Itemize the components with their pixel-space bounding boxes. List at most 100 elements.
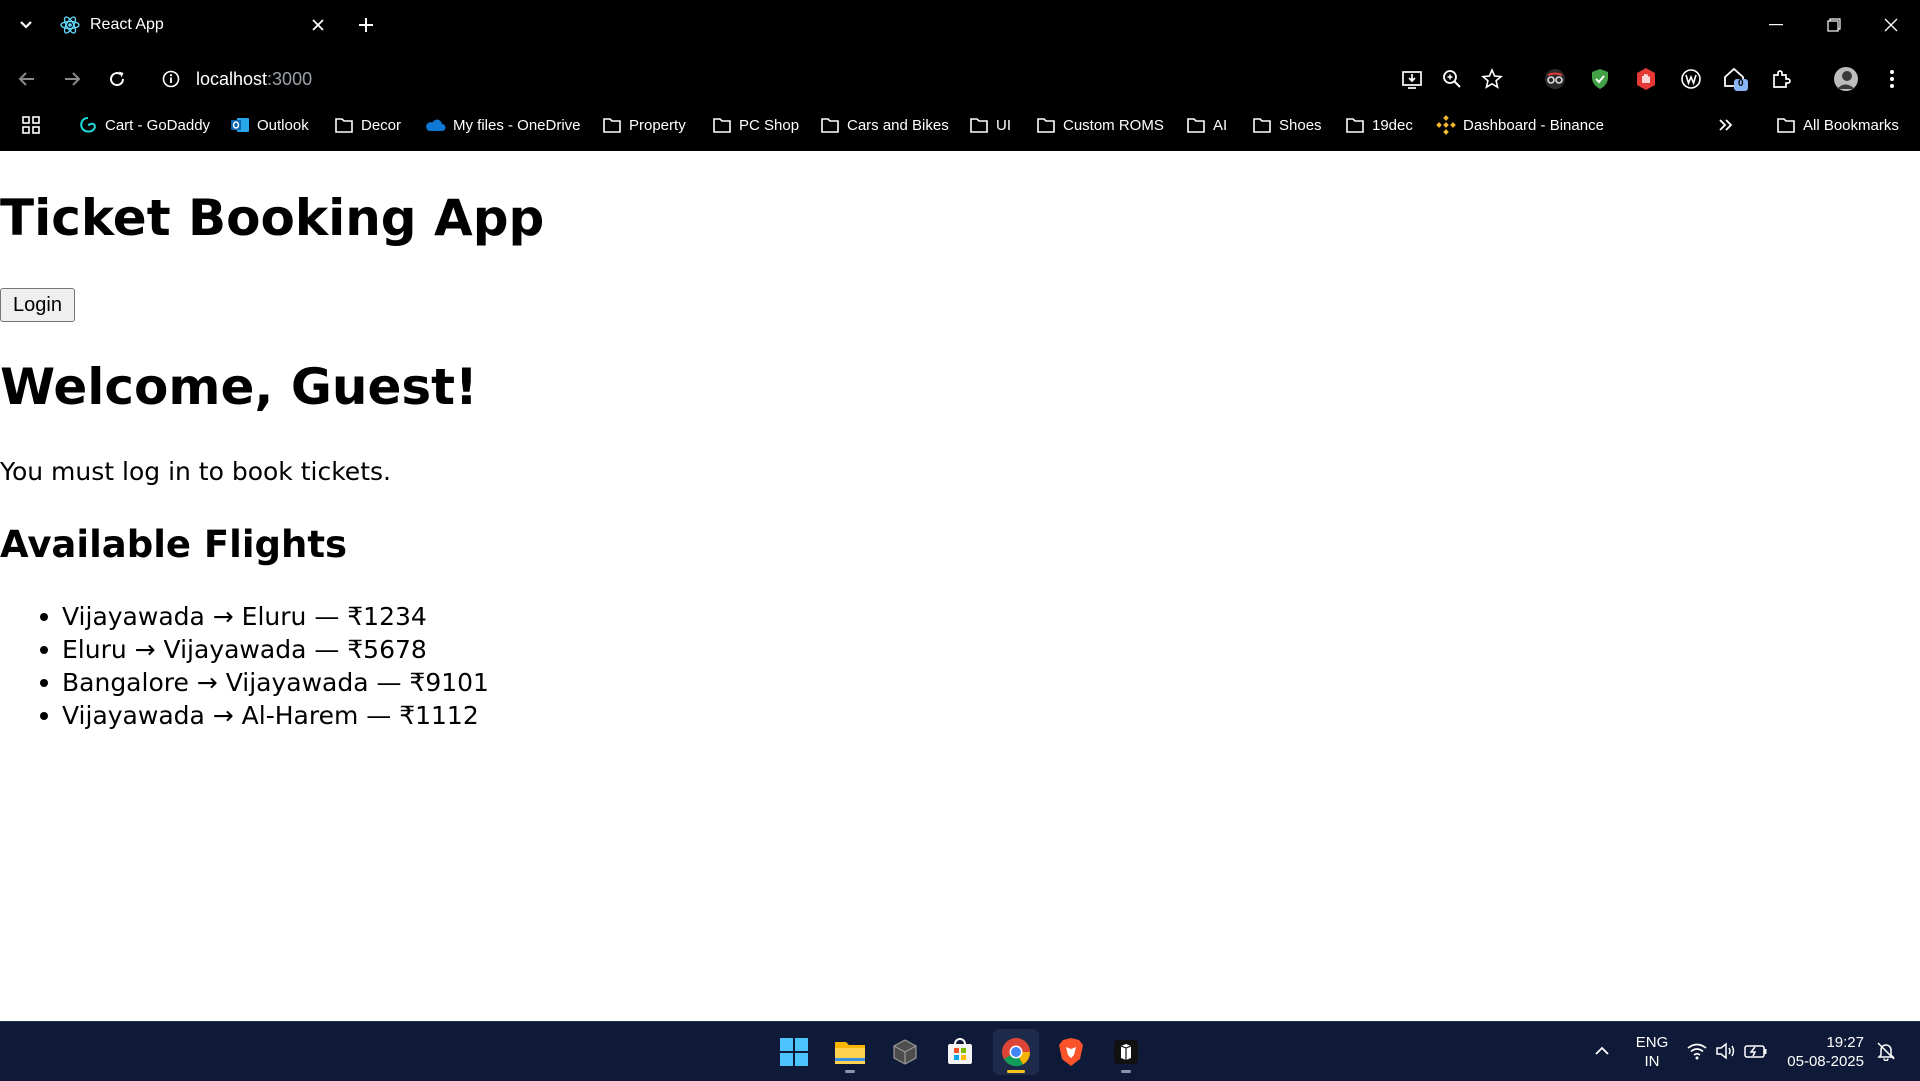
restore-icon[interactable] — [1816, 10, 1852, 40]
folder-icon — [712, 116, 732, 134]
bookmark-label: Cart - GoDaddy — [105, 116, 211, 134]
url-text: localhost:3000 — [196, 69, 312, 90]
login-notice: You must log in to book tickets. — [0, 457, 391, 486]
url-port: :3000 — [267, 69, 313, 89]
new-tab-icon[interactable] — [354, 13, 378, 37]
file-explorer-icon[interactable] — [827, 1029, 873, 1075]
extensions-puzzle-icon[interactable] — [1767, 65, 1795, 93]
extension-glasses-icon[interactable] — [1541, 65, 1569, 93]
site-info-icon[interactable] — [162, 70, 180, 88]
extension-badge: 0 — [1738, 78, 1744, 89]
folder-icon — [334, 116, 354, 134]
minimize-icon[interactable] — [1758, 10, 1794, 40]
folder-icon — [820, 116, 840, 134]
bookmark-label: Decor — [361, 116, 402, 134]
app-cube-icon[interactable] — [882, 1029, 928, 1075]
page-content: Ticket Booking App Login Welcome, Guest!… — [0, 151, 1920, 1021]
outlook-icon — [230, 115, 250, 135]
bookmark-label: Property — [629, 116, 686, 134]
browser-chrome: React App localhost:3000 0 Cart - GoDadd… — [0, 0, 1920, 151]
bookmark-folder-cars-and-bikes[interactable]: Cars and Bikes — [820, 114, 949, 136]
start-windows-icon[interactable] — [771, 1029, 817, 1075]
list-item: Eluru → Vijayawada — ₹5678 — [40, 633, 489, 666]
tab-title: React App — [90, 16, 164, 33]
welcome-heading: Welcome, Guest! — [0, 358, 478, 416]
clock[interactable]: 19:27 05-08-2025 — [1782, 1033, 1864, 1071]
bookmark-label: Outlook — [257, 116, 309, 134]
apps-grid-icon[interactable] — [21, 114, 41, 136]
url-host: localhost — [196, 69, 268, 89]
active-indicator — [1007, 1070, 1025, 1073]
folder-icon — [1186, 116, 1206, 134]
close-window-icon[interactable] — [1873, 10, 1909, 40]
bookmark-label: UI — [996, 116, 1011, 134]
address-bar[interactable]: localhost:3000 — [150, 62, 1380, 96]
close-tab-icon[interactable] — [308, 15, 328, 35]
clock-date: 05-08-2025 — [1787, 1053, 1864, 1070]
flights-heading: Available Flights — [0, 523, 348, 566]
folder-icon — [1252, 116, 1272, 134]
binance-icon — [1436, 115, 1456, 135]
region-code: IN — [1644, 1053, 1660, 1070]
bookmark-folder-pc-shop[interactable]: PC Shop — [712, 114, 799, 136]
volume-icon[interactable] — [1714, 1039, 1738, 1063]
back-icon[interactable] — [14, 66, 40, 92]
folder-icon — [1036, 116, 1056, 134]
tray-chevron-up-icon[interactable] — [1590, 1039, 1614, 1063]
clock-time: 19:27 — [1826, 1034, 1864, 1051]
install-app-icon[interactable] — [1398, 65, 1426, 93]
bookmark-folder-custom-roms[interactable]: Custom ROMS — [1036, 114, 1164, 136]
list-item: Bangalore → Vijayawada — ₹9101 — [40, 668, 489, 697]
bookmark-folder-decor[interactable]: Decor — [334, 114, 401, 136]
zoom-icon[interactable] — [1438, 65, 1466, 93]
notifications-bell-icon[interactable] — [1874, 1039, 1898, 1063]
bookmark-outlook[interactable]: Outlook — [230, 114, 309, 136]
chrome-icon[interactable] — [993, 1029, 1039, 1075]
folder-icon — [1345, 116, 1365, 134]
bookmark-star-icon[interactable] — [1478, 65, 1506, 93]
profile-avatar-icon[interactable] — [1832, 65, 1860, 93]
bookmark-label: Dashboard - Binance — [1463, 116, 1604, 134]
terminal-app-icon[interactable] — [1103, 1029, 1149, 1075]
bookmark-onedrive[interactable]: My files - OneDrive — [424, 114, 581, 136]
bookmark-folder-property[interactable]: Property — [602, 114, 686, 136]
brave-browser-icon[interactable] — [1048, 1029, 1094, 1075]
language-indicator[interactable]: ENG IN — [1628, 1033, 1676, 1071]
running-indicator — [845, 1070, 855, 1073]
extension-home-icon[interactable]: 0 — [1722, 65, 1750, 93]
extension-hand-icon[interactable] — [1632, 65, 1660, 93]
bookmark-folder-ui[interactable]: UI — [969, 114, 1011, 136]
running-indicator — [1121, 1070, 1131, 1073]
wifi-icon[interactable] — [1685, 1039, 1709, 1063]
react-logo-icon — [60, 15, 80, 35]
bookmark-folder-19dec[interactable]: 19dec — [1345, 114, 1413, 136]
tab-search-chevron-icon[interactable] — [14, 13, 38, 37]
more-bookmarks-chevron-icon[interactable] — [1718, 114, 1734, 136]
folder-icon — [969, 116, 989, 134]
bookmark-label: AI — [1213, 116, 1228, 134]
language-code: ENG — [1635, 1034, 1669, 1051]
bookmark-binance-dashboard[interactable]: Dashboard - Binance — [1436, 114, 1604, 136]
extension-w-icon[interactable] — [1677, 65, 1705, 93]
flights-list: Vijayawada → Eluru — ₹1234 Eluru → Vijay… — [40, 600, 489, 732]
all-bookmarks[interactable]: All Bookmarks — [1776, 114, 1899, 136]
bookmark-folder-ai[interactable]: AI — [1186, 114, 1227, 136]
bookmark-label: PC Shop — [739, 116, 800, 134]
microsoft-store-icon[interactable] — [937, 1029, 983, 1075]
page-title: Ticket Booking App — [0, 189, 545, 247]
login-button[interactable]: Login — [0, 288, 75, 322]
toolbar: localhost:3000 0 — [0, 58, 1920, 100]
extension-shield-icon[interactable] — [1586, 65, 1614, 93]
list-item: Vijayawada → Eluru — ₹1234 — [40, 600, 489, 633]
bookmark-folder-shoes[interactable]: Shoes — [1252, 114, 1322, 136]
tab-react-app[interactable]: React App — [50, 6, 338, 44]
reload-icon[interactable] — [104, 66, 130, 92]
windows-taskbar: ENG IN 19:27 05-08-2025 — [0, 1021, 1920, 1081]
forward-icon[interactable] — [59, 66, 85, 92]
folder-icon — [1776, 116, 1796, 134]
battery-icon[interactable] — [1744, 1039, 1768, 1063]
list-item: Vijayawada → Al-Harem — ₹1112 — [40, 699, 489, 732]
bookmark-cart-godaddy[interactable]: Cart - GoDaddy — [78, 114, 210, 136]
menu-kebab-icon[interactable] — [1878, 65, 1906, 93]
onedrive-icon — [424, 117, 446, 133]
